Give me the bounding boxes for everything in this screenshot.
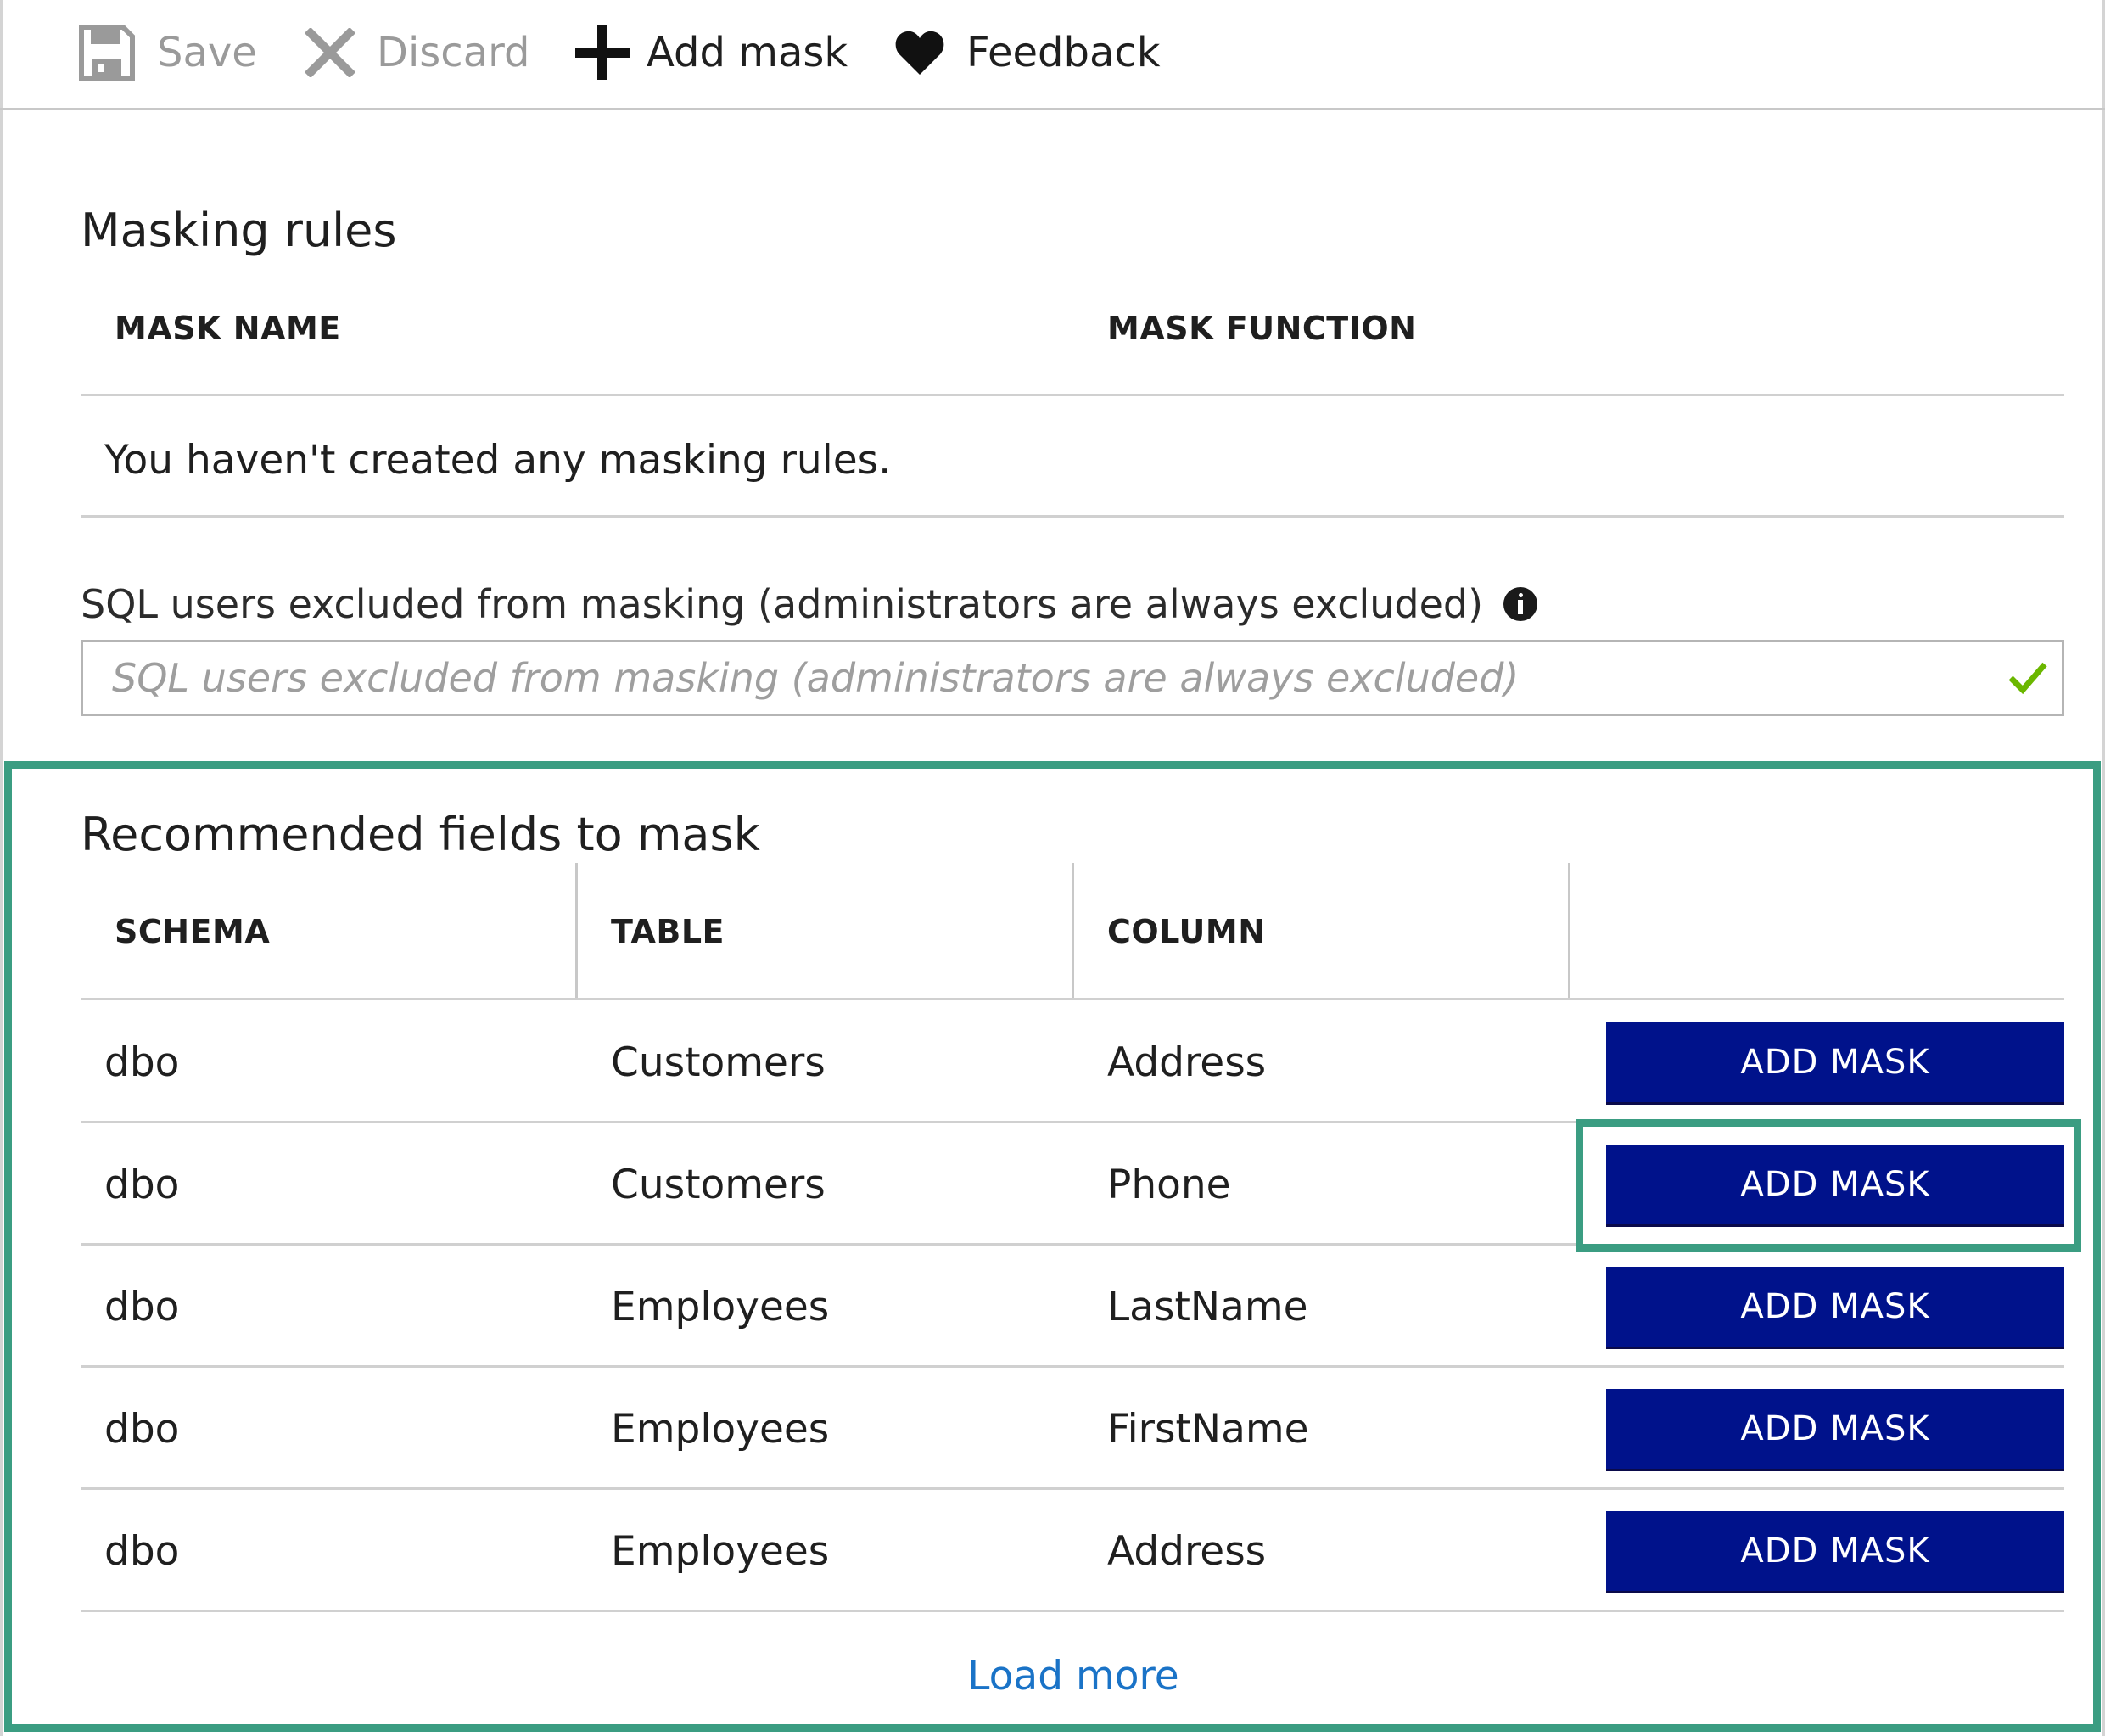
divider — [81, 515, 2064, 518]
cell-column: Address — [1107, 1528, 1267, 1575]
cell-schema: dbo — [104, 1162, 180, 1208]
discard-x-icon — [305, 28, 355, 77]
add-mask-label: Add mask — [647, 29, 848, 76]
row-divider — [81, 1365, 2064, 1368]
discard-label: Discard — [377, 29, 530, 76]
cell-table: Employees — [611, 1406, 830, 1453]
masking-rules-title: Masking rules — [81, 204, 397, 257]
column-separator — [575, 863, 578, 999]
excluded-users-input[interactable] — [112, 642, 1979, 714]
cell-table: Customers — [611, 1162, 826, 1208]
cell-table: Employees — [611, 1284, 830, 1330]
discard-button[interactable]: Discard — [305, 19, 529, 87]
cell-table: Customers — [611, 1039, 826, 1086]
checkmark-icon — [2008, 662, 2047, 695]
column-separator — [1568, 863, 1570, 999]
divider — [81, 998, 2064, 1000]
cell-column: LastName — [1107, 1284, 1308, 1330]
column-header-mask-name: MASK NAME — [115, 310, 341, 347]
save-label: Save — [157, 29, 257, 76]
save-icon — [79, 25, 135, 81]
cell-schema: dbo — [104, 1284, 180, 1330]
excluded-users-field[interactable] — [81, 640, 2064, 716]
add-mask-button[interactable]: ADD MASK — [1606, 1022, 2064, 1102]
row-divider — [81, 1243, 1576, 1246]
add-mask-button[interactable]: ADD MASK — [1606, 1511, 2064, 1591]
command-toolbar: Save Discard Add mask Feedback — [0, 0, 2105, 110]
save-button[interactable]: Save — [79, 19, 257, 87]
load-more-link[interactable]: Load more — [0, 1653, 2105, 1700]
column-header-table: TABLE — [611, 913, 725, 950]
row-divider — [81, 1487, 2064, 1490]
window-border-left — [0, 0, 3, 1736]
info-icon[interactable] — [1503, 587, 1538, 621]
plus-icon — [575, 25, 630, 80]
feedback-button[interactable]: Feedback — [895, 19, 1161, 87]
divider — [81, 394, 2064, 396]
cell-table: Employees — [611, 1528, 830, 1575]
cell-column: Address — [1107, 1039, 1267, 1086]
cell-column: Phone — [1107, 1162, 1231, 1208]
feedback-label: Feedback — [966, 29, 1161, 76]
recommended-fields-title: Recommended fields to mask — [81, 808, 760, 861]
cell-schema: dbo — [104, 1406, 180, 1453]
column-header-column: COLUMN — [1107, 913, 1266, 950]
add-mask-button[interactable]: ADD MASK — [1606, 1389, 2064, 1469]
add-mask-toolbar-button[interactable]: Add mask — [575, 19, 848, 87]
empty-rules-message: You haven't created any masking rules. — [104, 437, 892, 484]
add-mask-button[interactable]: ADD MASK — [1606, 1267, 2064, 1347]
column-separator — [1072, 863, 1074, 999]
highlight-box — [1576, 1119, 2081, 1252]
excluded-users-label: SQL users excluded from masking (adminis… — [81, 581, 1538, 627]
heart-icon — [895, 31, 944, 75]
column-header-mask-function: MASK FUNCTION — [1107, 310, 1417, 347]
excluded-users-label-text: SQL users excluded from masking (adminis… — [81, 581, 1484, 627]
row-divider — [81, 1610, 2064, 1612]
cell-column: FirstName — [1107, 1406, 1309, 1453]
cell-schema: dbo — [104, 1528, 180, 1575]
column-header-schema: SCHEMA — [115, 913, 271, 950]
cell-schema: dbo — [104, 1039, 180, 1086]
